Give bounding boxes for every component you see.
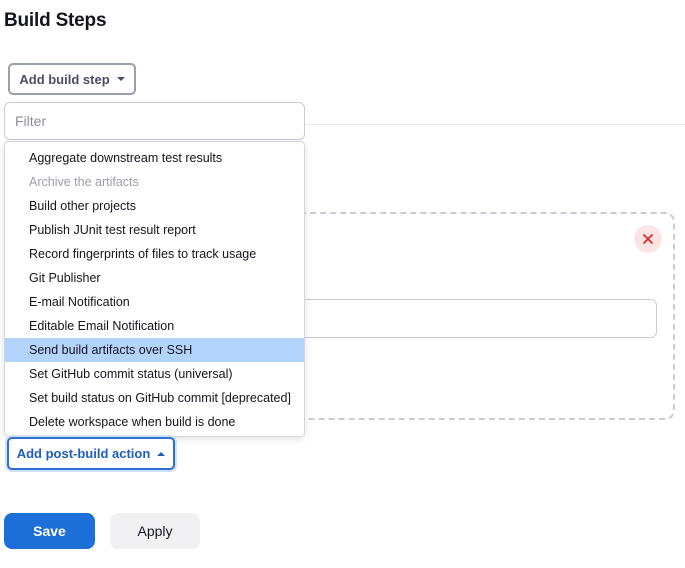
menu-item[interactable]: Editable Email Notification [5, 314, 304, 338]
add-post-build-action-label: Add post-build action [16, 446, 151, 461]
close-icon [643, 234, 653, 244]
post-build-field[interactable] [260, 299, 657, 338]
menu-item[interactable]: Aggregate downstream test results [5, 146, 304, 170]
menu-item[interactable]: Git Publisher [5, 266, 304, 290]
add-post-build-action-button[interactable]: Add post-build action [7, 437, 175, 470]
menu-item: Archive the artifacts [29, 175, 139, 189]
add-build-step-button[interactable]: Add build step [8, 63, 136, 95]
chevron-up-icon [157, 451, 166, 456]
menu-item[interactable]: Set GitHub commit status (universal) [5, 362, 304, 386]
menu-item[interactable]: Send build artifacts over SSH [5, 338, 304, 362]
post-build-action-menu: Aggregate downstream test results Archive… [4, 141, 305, 437]
menu-item[interactable]: Build other projects [5, 194, 304, 218]
chevron-down-icon [116, 77, 125, 81]
menu-item[interactable]: Record fingerprints of files to track us… [5, 242, 304, 266]
remove-action-button[interactable] [634, 225, 662, 253]
filter-input[interactable] [4, 102, 305, 140]
menu-item[interactable]: E-mail Notification [5, 290, 304, 314]
apply-button[interactable]: Apply [110, 513, 200, 549]
build-configuration-page: Build Steps Add build step Aggregate dow… [0, 0, 685, 568]
menu-item[interactable]: Set build status on GitHub commit [depre… [5, 386, 304, 410]
divider [305, 124, 685, 125]
add-build-step-label: Add build step [19, 71, 110, 87]
menu-item[interactable]: Publish JUnit test result report [5, 218, 304, 242]
save-button[interactable]: Save [4, 513, 95, 549]
menu-item[interactable]: Delete workspace when build is done [5, 410, 304, 434]
build-steps-title: Build Steps [4, 10, 107, 31]
